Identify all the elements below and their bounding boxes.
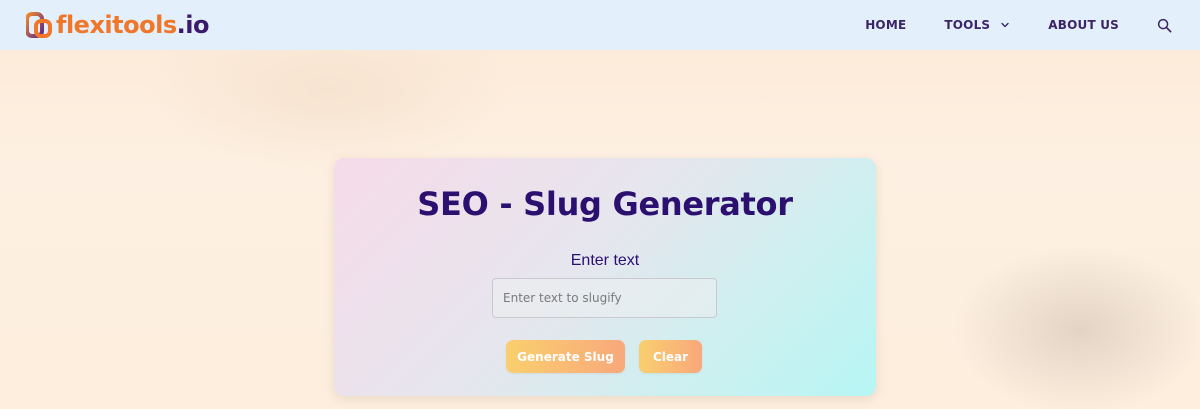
logo-tld-text: .io xyxy=(176,11,210,39)
logo-wordmark: flexitools.io xyxy=(56,11,209,39)
page-title: SEO - Slug Generator xyxy=(417,185,793,223)
input-label: Enter text xyxy=(570,252,640,269)
logo-main-text: flexitools xyxy=(56,11,177,39)
search-icon[interactable] xyxy=(1157,18,1172,33)
nav-about-us[interactable]: ABOUT US xyxy=(1048,18,1119,32)
nav-home[interactable]: HOME xyxy=(865,18,906,32)
nav-tools[interactable]: TOOLS xyxy=(944,18,1010,32)
slug-generator-card: SEO - Slug Generator Enter text Generate… xyxy=(334,158,876,396)
generate-slug-button[interactable]: Generate Slug xyxy=(506,340,625,373)
flexitools-logo-icon xyxy=(26,12,52,38)
site-header: flexitools.io HOME TOOLS ABOUT US xyxy=(0,0,1200,50)
site-logo[interactable]: flexitools.io xyxy=(26,11,209,39)
chevron-down-icon[interactable] xyxy=(1000,20,1010,30)
main-nav: HOME TOOLS ABOUT US xyxy=(865,18,1172,33)
nav-tools-label: TOOLS xyxy=(944,18,991,32)
clear-button[interactable]: Clear xyxy=(639,340,702,373)
slug-text-input[interactable] xyxy=(492,278,717,318)
